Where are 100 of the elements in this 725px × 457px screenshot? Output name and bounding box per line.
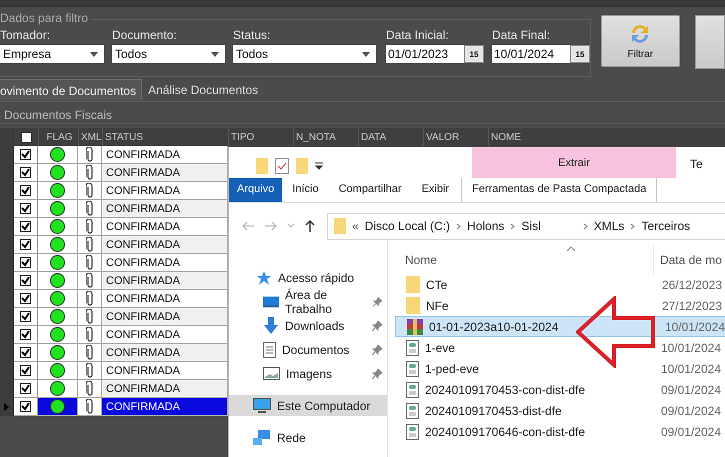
paperclip-icon — [86, 399, 94, 414]
column-header[interactable]: NOME — [488, 128, 548, 146]
file-row[interactable]: NFe 27/12/2023 — [394, 295, 725, 316]
row-checkbox[interactable] — [20, 203, 31, 214]
table-row[interactable]: CONFIRMADA — [0, 146, 228, 164]
dropdown[interactable]: Empresa — [0, 45, 104, 63]
paperclip-icon — [86, 219, 94, 234]
table-cell: CONFIRMADA — [102, 182, 228, 200]
row-checkbox[interactable] — [20, 221, 31, 232]
chevron-right-icon — [510, 222, 516, 230]
chevron-right-icon — [582, 222, 588, 230]
column-header[interactable]: N_NOTA — [293, 128, 358, 146]
paperclip-icon — [86, 345, 94, 360]
nav-item[interactable]: Acesso rápido — [229, 267, 387, 288]
up-arrow-icon[interactable] — [304, 219, 316, 233]
column-header[interactable]: VALOR — [423, 128, 488, 146]
row-checkbox[interactable] — [20, 347, 31, 358]
table-cell: CONFIRMADA — [102, 326, 228, 344]
row-checkbox[interactable] — [20, 149, 31, 160]
nav-item[interactable]: Área de Trabalho — [229, 291, 387, 312]
row-checkbox[interactable] — [20, 167, 31, 178]
table-row[interactable]: CONFIRMADA — [0, 200, 228, 218]
row-checkbox[interactable] — [20, 401, 31, 412]
star-icon — [256, 270, 272, 286]
file-row[interactable]: 20240109170646-con-dist-dfe 09/01/2024 — [394, 421, 725, 442]
nav-item[interactable]: Imagens — [229, 363, 387, 384]
date-field[interactable]: 01/01/2023 — [386, 45, 464, 63]
document-icon — [263, 342, 276, 358]
file-row[interactable]: 20240109170453-con-dist-dfe 09/01/2024 — [394, 379, 725, 400]
computer-icon — [253, 398, 271, 414]
file-row[interactable]: 1-eve 10/01/2024 — [394, 337, 725, 358]
row-checkbox[interactable] — [20, 239, 31, 250]
table-row[interactable]: CONFIRMADA — [0, 308, 228, 326]
table-row[interactable]: CONFIRMADA — [0, 380, 228, 398]
group-title: Dados para filtro — [0, 11, 92, 25]
nav-item[interactable]: Downloads — [229, 315, 387, 336]
column-header[interactable]: TIPO — [228, 128, 293, 146]
file-row[interactable]: 20240109170453-dist-dfe 09/01/2024 — [394, 400, 725, 421]
table-cell: CONFIRMADA — [102, 290, 228, 308]
table-row[interactable]: CONFIRMADA — [0, 218, 228, 236]
breadcrumb[interactable]: Sisl — [521, 219, 541, 233]
caret-icon — [211, 52, 219, 56]
overflow-mark[interactable]: « — [352, 219, 359, 233]
paperclip-icon — [86, 291, 94, 306]
tab[interactable]: ovimento de Documentos — [0, 79, 142, 100]
field-label: Data Inicial: — [386, 28, 450, 42]
filter-button[interactable]: Filtrar — [601, 15, 680, 67]
table-row[interactable]: CONFIRMADA — [0, 362, 228, 380]
dropdown[interactable]: Todos — [112, 45, 225, 63]
table-row[interactable]: CONFIRMADA — [0, 164, 228, 182]
calendar-button[interactable]: 15 — [570, 45, 590, 63]
breadcrumb[interactable]: XMLs — [594, 219, 624, 233]
date-field[interactable]: 10/01/2024 — [492, 45, 570, 63]
table-row[interactable]: CONFIRMADA — [0, 236, 228, 254]
table-row[interactable]: CONFIRMADA — [0, 344, 228, 362]
row-checkbox[interactable] — [20, 275, 31, 286]
column-header[interactable]: DATA — [358, 128, 423, 146]
nav-item[interactable]: Documentos — [229, 339, 387, 360]
select-all-checkbox[interactable] — [20, 132, 32, 142]
ribbon-tab[interactable]: Arquivo — [229, 178, 282, 202]
row-checkbox[interactable] — [20, 311, 31, 322]
row-checkbox[interactable] — [20, 185, 31, 196]
table-row[interactable]: CONFIRMADA — [0, 254, 228, 272]
table-cell: CONFIRMADA — [102, 308, 228, 326]
folder-icon — [406, 276, 420, 293]
table-cell: CONFIRMADA — [102, 380, 228, 398]
breadcrumb[interactable]: Disco Local (C:) — [364, 219, 450, 233]
table-row[interactable]: CONFIRMADA — [0, 182, 228, 200]
ribbon-tab[interactable]: Exibir — [412, 178, 460, 202]
file-row[interactable]: 1-ped-eve 10/01/2024 — [394, 358, 725, 379]
table-row[interactable]: CONFIRMADA — [0, 326, 228, 344]
dropdown-icon[interactable] — [315, 162, 323, 170]
address-bar[interactable]: « Disco Local (C:) Holons Sisl XMLs Terceiros — [327, 212, 725, 240]
desktop-icon — [263, 294, 280, 308]
ribbon-tab[interactable]: Compartilhar — [328, 178, 412, 202]
file-row[interactable]: CTe 26/12/2023 — [394, 274, 725, 295]
breadcrumb[interactable]: Holons — [467, 219, 504, 233]
file-row[interactable]: 01-01-2023a10-01-2024 10/01/2024 — [394, 316, 725, 337]
row-checkbox[interactable] — [20, 383, 31, 394]
row-checkbox[interactable] — [20, 257, 31, 268]
tab[interactable]: Análise Documentos — [142, 79, 264, 100]
row-checkbox[interactable] — [20, 365, 31, 376]
ribbon-tab[interactable]: Ferramentas de Pasta Compactada — [461, 178, 658, 202]
paperclip-icon — [86, 309, 94, 324]
calendar-button[interactable]: 15 — [464, 45, 484, 63]
table-cell: CONFIRMADA — [102, 218, 228, 236]
table-row[interactable]: CONFIRMADA — [0, 272, 228, 290]
table-row[interactable]: CONFIRMADA — [0, 398, 228, 416]
table-row[interactable]: CONFIRMADA — [0, 290, 228, 308]
image-icon — [263, 367, 280, 380]
row-checkbox[interactable] — [20, 329, 31, 340]
breadcrumb[interactable]: Terceiros — [641, 219, 690, 233]
checklist-icon[interactable] — [275, 158, 289, 174]
ribbon-tab[interactable]: Início — [282, 178, 329, 202]
dropdown[interactable]: Todos — [233, 45, 376, 63]
row-checkbox[interactable] — [20, 293, 31, 304]
column-header[interactable]: Data de mo — [652, 246, 722, 274]
nav-item[interactable]: Este Computador — [229, 395, 387, 416]
nav-item[interactable]: Rede — [229, 427, 387, 448]
column-header[interactable]: Nome — [394, 253, 653, 267]
